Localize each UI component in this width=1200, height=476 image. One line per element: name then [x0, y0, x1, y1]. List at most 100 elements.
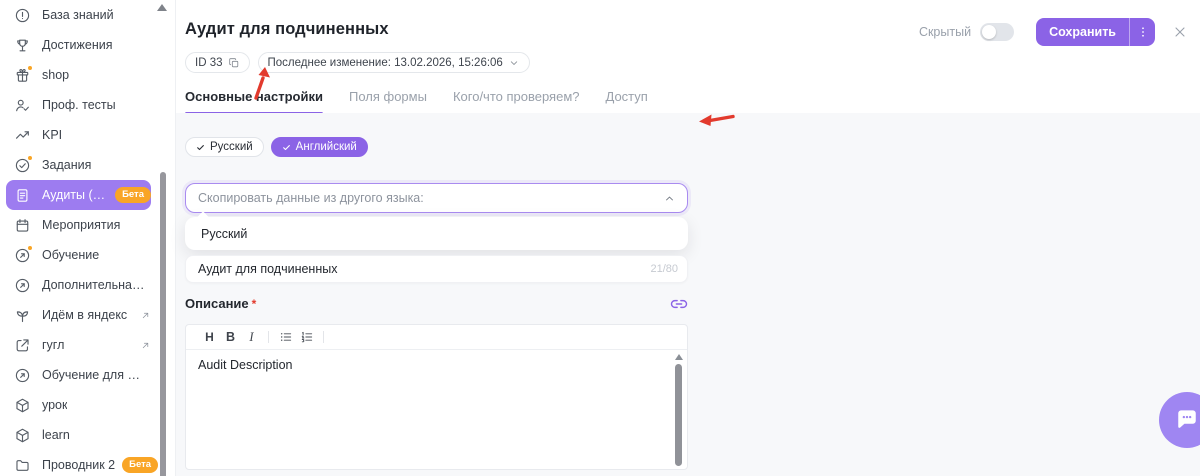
sidebar-item-newbie-training[interactable]: Обучение для новичк...: [0, 360, 175, 390]
hidden-toggle[interactable]: [980, 23, 1014, 41]
sidebar-item-label: Обучение для новичк...: [42, 368, 146, 382]
save-button[interactable]: Сохранить: [1036, 18, 1129, 46]
toolbar-bullet-list-button[interactable]: [275, 327, 296, 347]
editor-scrollbar-thumb[interactable]: [675, 364, 682, 466]
audit-name-field-wrap: 21/80: [185, 255, 688, 283]
calendar-icon: [14, 217, 31, 234]
info-circle-icon: [14, 7, 31, 24]
sidebar-scroll-up-icon[interactable]: [157, 4, 167, 11]
editor-scrollbar: [674, 354, 683, 466]
tab-bar: Основные настройкиПоля формыКого/что про…: [176, 89, 1200, 115]
required-mark: *: [252, 297, 257, 311]
toolbar-heading-button[interactable]: H: [199, 327, 220, 347]
language-chip-selected[interactable]: Английский: [271, 137, 368, 157]
toolbar-italic-button[interactable]: I: [241, 327, 262, 347]
notification-dot: [27, 245, 33, 251]
sidebar-item-kpi[interactable]: KPI: [0, 120, 175, 150]
meta-badges: ID 33 Последнее изменение: 13.02.2026, 1…: [185, 52, 1200, 73]
beta-badge: Бета: [115, 187, 151, 203]
save-menu-button[interactable]: [1129, 18, 1155, 46]
chevron-up-icon: [663, 192, 676, 205]
copy-icon[interactable]: [228, 57, 240, 69]
kebab-icon: [1136, 25, 1150, 39]
arrow-circle-icon: [14, 247, 31, 264]
sidebar-item-prof-tests[interactable]: Проф. тесты: [0, 90, 175, 120]
editor-content[interactable]: Audit Description: [186, 350, 687, 372]
description-label-row: Описание*: [185, 295, 688, 313]
sidebar-item-learn[interactable]: learn: [0, 420, 175, 450]
sidebar-item-label: Идём в яндекс: [42, 308, 127, 322]
last-modified-badge[interactable]: Последнее изменение: 13.02.2026, 15:26:0…: [258, 52, 530, 73]
sidebar-item-label: гугл: [42, 338, 64, 352]
sprout-icon: [14, 307, 31, 324]
cube-icon: [14, 427, 31, 444]
sidebar-item-additional-program[interactable]: Дополнительная прог...: [0, 270, 175, 300]
sidebar-item-shop[interactable]: shop: [0, 60, 175, 90]
sidebar-item-knowledge-base[interactable]: База знаний: [0, 0, 175, 30]
document-icon: [14, 187, 31, 204]
sidebar: База знаний Достижения shop Проф. тесты KPIЗ…: [0, 0, 176, 476]
sidebar-item-achievements[interactable]: Достижения: [0, 30, 175, 60]
sidebar-item-google[interactable]: гугл: [0, 330, 175, 360]
sidebar-item-label: Достижения: [42, 38, 112, 52]
notification-dot: [27, 65, 33, 71]
sidebar-item-training[interactable]: Обучение: [0, 240, 175, 270]
toolbar-divider: [323, 331, 324, 343]
user-check-icon: [14, 97, 31, 114]
sidebar-item-explorer-2[interactable]: Проводник 2Бета: [0, 450, 175, 476]
sidebar-item-lesson[interactable]: урок: [0, 390, 175, 420]
check-icon: [282, 143, 291, 152]
sidebar-item-label: Мероприятия: [42, 218, 120, 232]
copy-language-select[interactable]: Скопировать данные из другого языка:: [185, 183, 688, 213]
sidebar-item-audits[interactable]: Аудиты (бета) Бета: [6, 180, 151, 210]
annotation-arrow-select: [697, 111, 737, 129]
chat-bubble-icon: [1173, 406, 1200, 434]
language-chips: Русский Английский: [185, 137, 688, 157]
sidebar-item-label: learn: [42, 428, 70, 442]
external-link-arrow-icon: [140, 340, 151, 351]
tab-form-fields[interactable]: Поля формы: [349, 89, 427, 114]
toolbar-ordered-list-button[interactable]: [296, 327, 317, 347]
tab-who-what[interactable]: Кого/что проверяем?: [453, 89, 580, 114]
audit-name-input[interactable]: [185, 255, 688, 283]
sidebar-item-tasks[interactable]: Задания: [0, 150, 175, 180]
sidebar-item-label: урок: [42, 398, 67, 412]
sidebar-item-label: Дополнительная прог...: [42, 278, 146, 292]
language-chip-unselected[interactable]: Русский: [185, 137, 264, 157]
id-badge[interactable]: ID 33: [185, 52, 250, 73]
sidebar-menu: База знаний Достижения shop Проф. тесты KPIЗ…: [0, 0, 175, 476]
hidden-label: Скрытый: [919, 25, 971, 39]
tab-access[interactable]: Доступ: [606, 89, 648, 114]
sidebar-scrollbar[interactable]: [160, 172, 166, 476]
arrow-circle-icon: [14, 367, 31, 384]
arrow-circle-icon: [14, 277, 31, 294]
sidebar-item-label: Обучение: [42, 248, 99, 262]
sidebar-item-label: База знаний: [42, 8, 114, 22]
trend-up-icon: [14, 127, 31, 144]
folder-icon: [14, 457, 31, 474]
char-counter: 21/80: [650, 263, 678, 275]
close-icon[interactable]: [1172, 24, 1188, 40]
sidebar-item-events[interactable]: Мероприятия: [0, 210, 175, 240]
toggle-knob: [982, 25, 996, 39]
sidebar-item-label: Проф. тесты: [42, 98, 116, 112]
check-icon: [196, 143, 205, 152]
chevron-down-icon: [508, 57, 520, 69]
sidebar-item-label: Аудиты (бета): [42, 188, 108, 202]
ordered-list-icon: [300, 330, 314, 344]
external-link-arrow-icon: [140, 310, 151, 321]
sidebar-item-yandex[interactable]: Идём в яндекс: [0, 300, 175, 330]
toolbar-divider: [268, 331, 269, 343]
check-circle-icon: [14, 157, 31, 174]
description-editor: HBI Audit Description: [185, 324, 688, 470]
editor-scroll-up-icon[interactable]: [675, 354, 683, 360]
dropdown-option[interactable]: Русский: [185, 217, 688, 250]
editor-toolbar: HBI: [186, 325, 687, 350]
link-icon[interactable]: [670, 295, 688, 313]
cube-icon: [14, 397, 31, 414]
toolbar-bold-button[interactable]: B: [220, 327, 241, 347]
content-area: Русский Английский Скопировать данные из …: [176, 113, 1200, 476]
save-split-button: Сохранить: [1036, 18, 1155, 46]
main-panel: Аудит для подчиненных ID 33 Последнее из…: [176, 0, 1200, 476]
notification-dot: [27, 155, 33, 161]
